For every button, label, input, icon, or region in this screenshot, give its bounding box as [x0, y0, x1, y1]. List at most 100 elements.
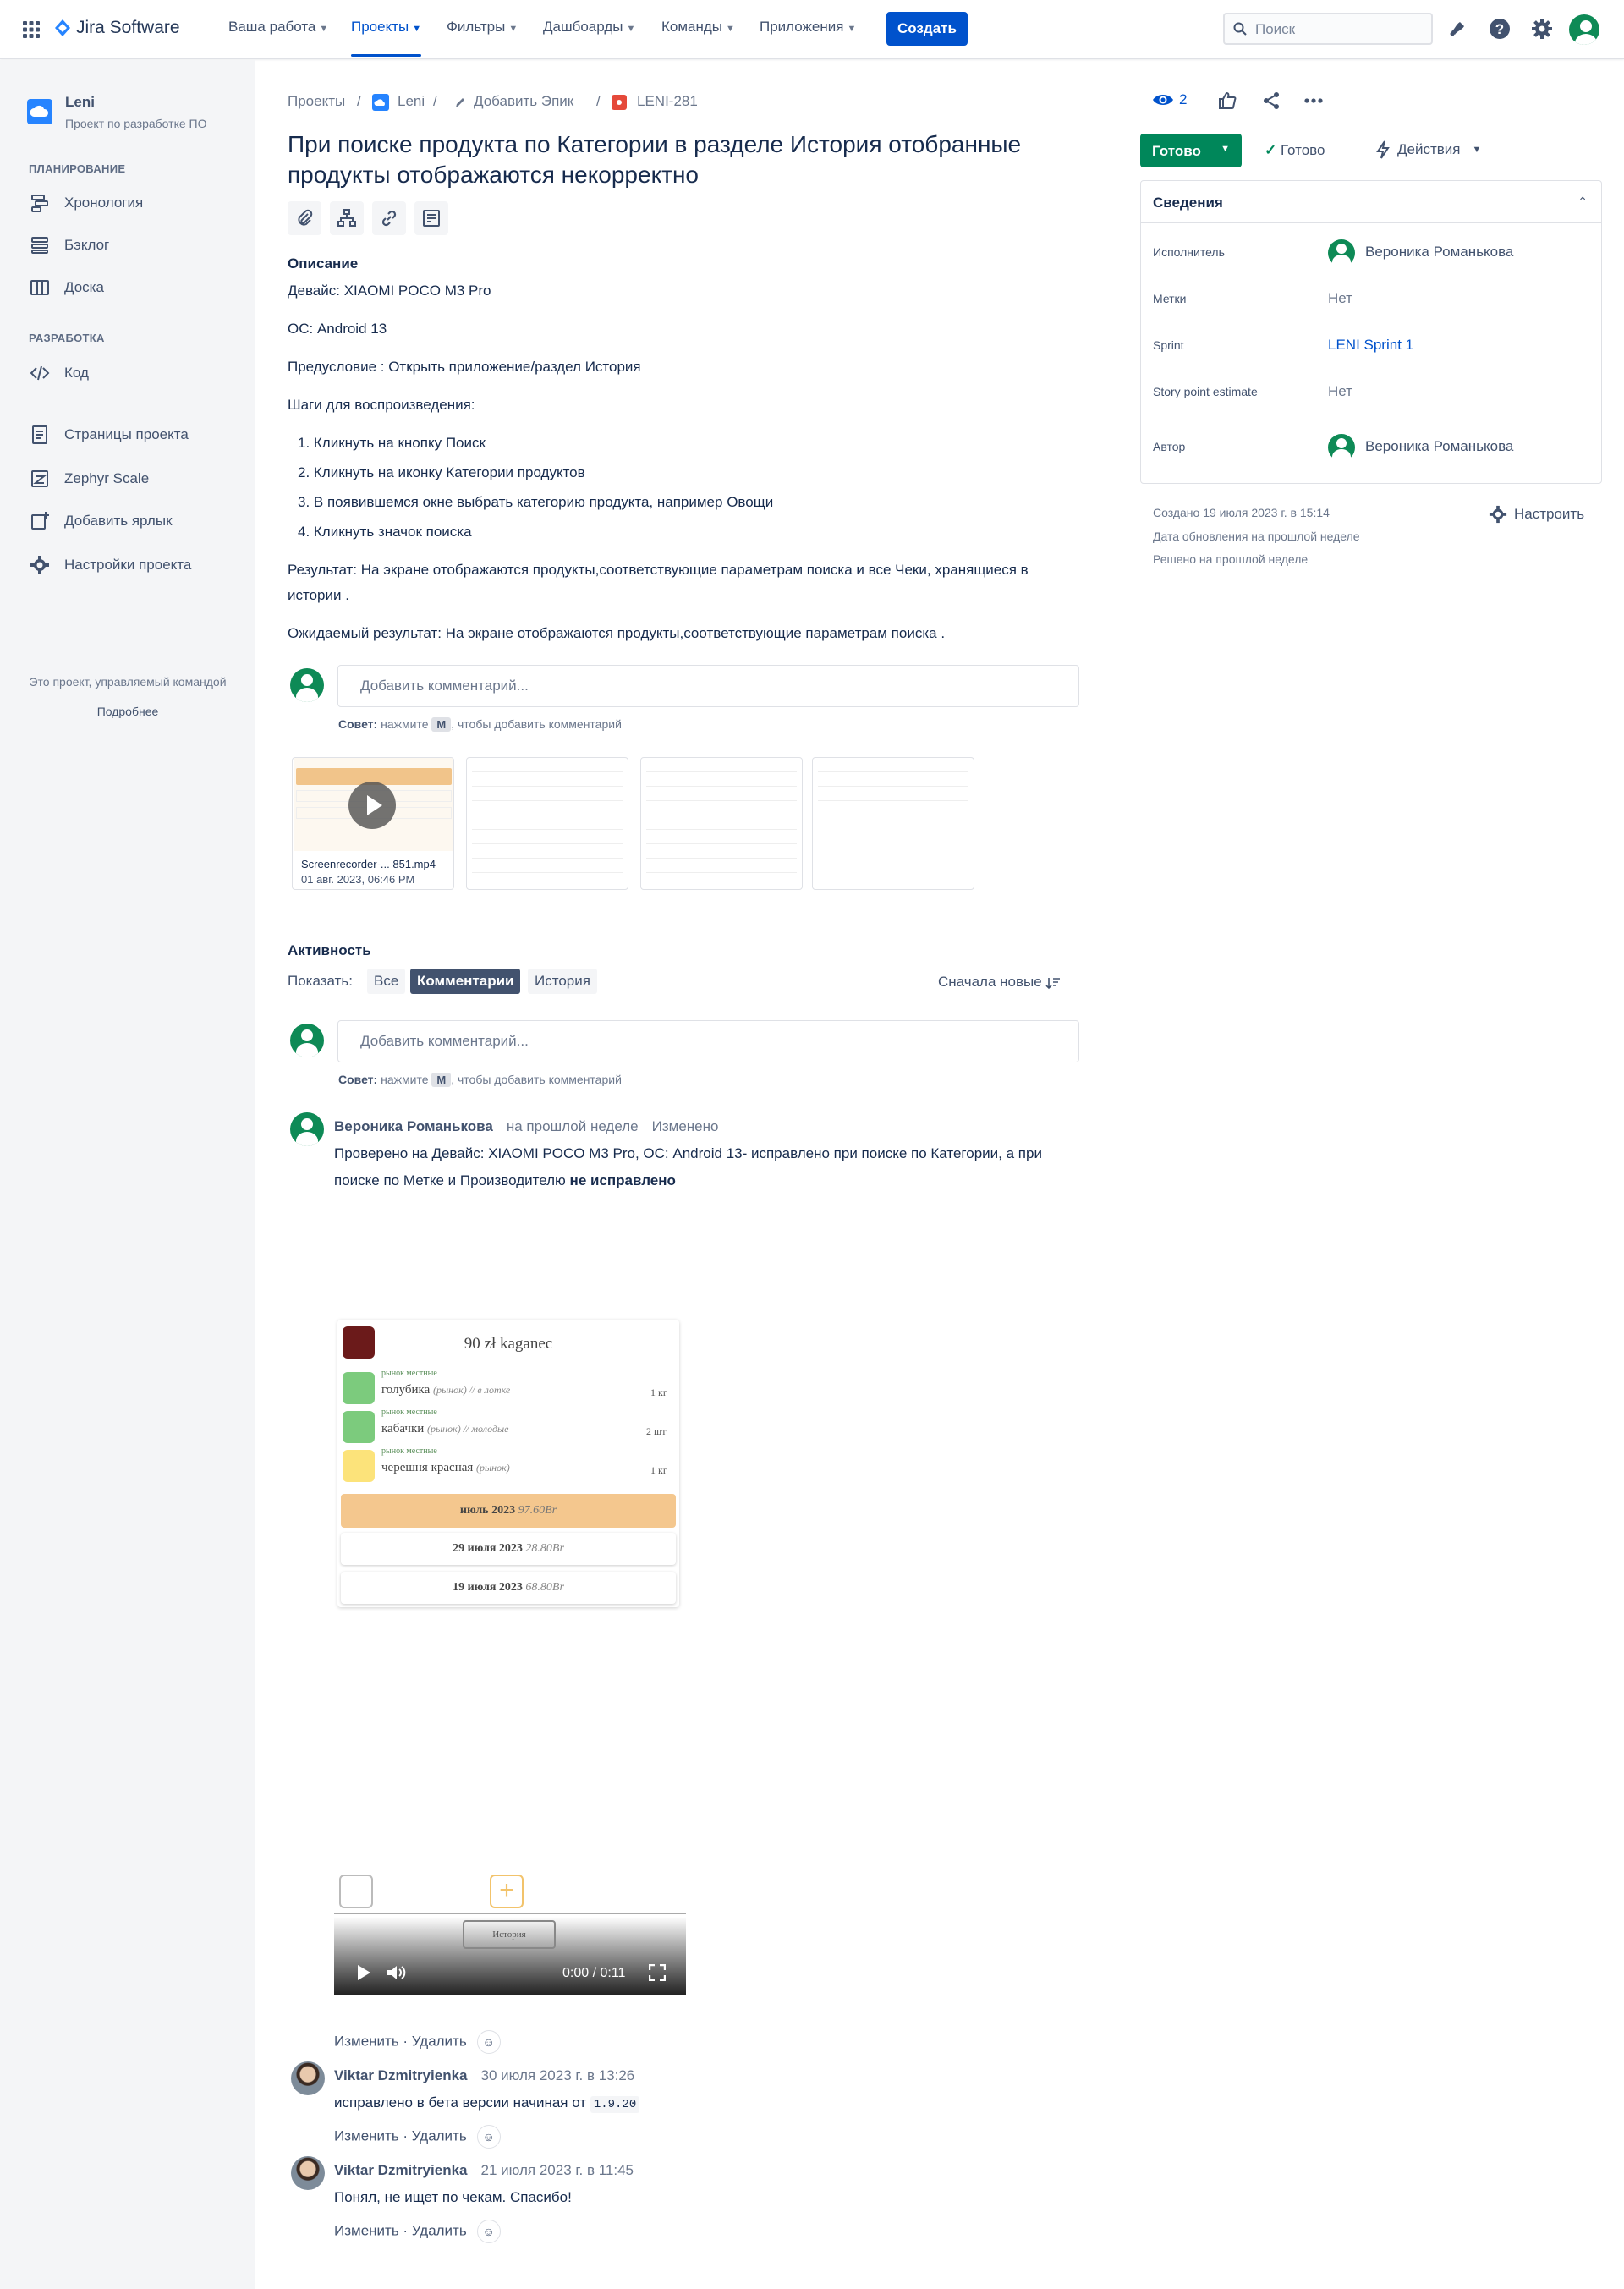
project-sidebar: Leni Проект по разработке ПО ПЛАНИРОВАНИ… [0, 60, 255, 2289]
sidebar-item-backlog[interactable]: Бэклог [29, 234, 109, 256]
month-summary: июль 2023 97.60Br [341, 1494, 676, 1528]
comment-input[interactable]: Добавить комментарий... [337, 1020, 1079, 1062]
nav-your-work[interactable]: Ваша работа ▼ [228, 19, 328, 36]
attachment-image[interactable] [640, 757, 803, 890]
status-dropdown[interactable]: Готово ▼ [1140, 134, 1242, 167]
sidebar-item-zephyr-scale[interactable]: Zephyr Scale [29, 468, 149, 490]
breadcrumb-add-epic[interactable]: Добавить Эпик [474, 93, 573, 110]
breadcrumb-issue-key[interactable]: LENI-281 [637, 93, 698, 110]
labels-value[interactable]: Нет [1328, 290, 1352, 307]
play-button[interactable] [356, 1964, 371, 1981]
more-options-icon[interactable] [1301, 88, 1326, 113]
comment-author-avatar[interactable] [291, 2061, 325, 2095]
comment-author-avatar[interactable] [290, 1112, 324, 1146]
reporter-avatar [1328, 434, 1355, 464]
project-name[interactable]: Leni [65, 94, 95, 111]
plus-icon: + [490, 1875, 524, 1908]
comment-body: исправлено в бета версии начиная от 1.9.… [334, 2094, 640, 2113]
tab-comments[interactable]: Комментарии [410, 969, 521, 994]
reporter-value[interactable]: Вероника Романькова [1365, 438, 1513, 455]
project-cloud-icon[interactable] [27, 99, 52, 124]
tab-all[interactable]: Все [367, 969, 406, 994]
link-issue-button[interactable] [372, 201, 406, 235]
description-precondition: Предусловие : Открыть приложение/раздел … [288, 359, 641, 375]
comment-time[interactable]: 30 июля 2023 г. в 13:26 [480, 2067, 634, 2083]
learn-more-link[interactable]: Подробнее [0, 705, 255, 718]
nav-filters[interactable]: Фильтры ▼ [447, 19, 518, 36]
breadcrumb-project[interactable]: Leni [398, 93, 425, 110]
product-qty: 1 кг [650, 1464, 667, 1476]
fullscreen-icon[interactable] [649, 1964, 666, 1981]
product-qty: 2 шт [646, 1425, 667, 1437]
assignee-value[interactable]: Вероника Романькова [1365, 244, 1513, 261]
tab-history[interactable]: История [528, 969, 597, 994]
backlog-icon [29, 234, 51, 256]
create-button[interactable]: Создать [886, 12, 968, 46]
settings-gear-icon[interactable] [1529, 16, 1555, 41]
delete-comment-button[interactable]: Удалить [412, 2127, 467, 2144]
edit-comment-button[interactable]: Изменить [334, 2222, 399, 2238]
nav-teams[interactable]: Команды ▼ [661, 19, 735, 36]
issue-title[interactable]: При поиске продукта по Категории в разде… [288, 129, 1021, 190]
sidebar-item-board[interactable]: Доска [29, 277, 104, 299]
add-reaction-icon[interactable]: ☺ [476, 2030, 501, 2054]
nav-apps[interactable]: Приложения ▼ [760, 19, 856, 36]
delete-comment-button[interactable]: Удалить [412, 2222, 467, 2238]
resolution-done: ✓ Готово [1265, 142, 1325, 158]
share-icon[interactable] [1259, 88, 1284, 113]
comment-author[interactable]: Viktar Dzmitryienka [334, 2067, 467, 2083]
vote-thumbs-up-icon[interactable] [1215, 88, 1240, 113]
volume-icon[interactable] [387, 1964, 407, 1981]
nav-dashboards[interactable]: Дашбоарды ▼ [543, 19, 635, 36]
attach-button[interactable] [288, 201, 321, 235]
add-reaction-icon[interactable]: ☺ [476, 2220, 501, 2243]
sidebar-item-project-settings[interactable]: Настройки проекта [29, 554, 191, 576]
comment-author[interactable]: Вероника Романькова [334, 1118, 493, 1134]
step-item: 2. Кликнуть на иконку Категории продукто… [298, 464, 585, 480]
nav-projects[interactable]: Проекты ▼ [351, 19, 422, 57]
attachment-image[interactable] [812, 757, 974, 890]
sprint-link[interactable]: LENI Sprint 1 [1328, 337, 1413, 354]
sidebar-item-add-shortcut[interactable]: Добавить ярлык [29, 510, 173, 532]
sidebar-item-timeline[interactable]: Хронология [29, 192, 143, 214]
actions-dropdown[interactable]: Действия ▼ [1375, 140, 1481, 159]
comment-time[interactable]: 21 июля 2023 г. в 11:45 [480, 2162, 634, 2178]
breadcrumb-projects[interactable]: Проекты [288, 93, 345, 110]
user-avatar[interactable] [1569, 14, 1599, 45]
edit-comment-button[interactable]: Изменить [334, 2127, 399, 2144]
add-page-button[interactable] [414, 201, 448, 235]
sidebar-item-code[interactable]: Код [29, 362, 89, 384]
comment-author-avatar[interactable] [291, 2156, 325, 2190]
app-switcher-icon[interactable] [19, 17, 44, 42]
chevron-up-icon[interactable]: ⌃ [1577, 195, 1588, 209]
eye-icon [1153, 95, 1173, 105]
watchers-button[interactable]: 2 [1152, 91, 1187, 108]
step-item: 3. В появившемся окне выбрать категорию … [298, 494, 774, 510]
attachment-video[interactable]: Screenrecorder-... 851.mp4 01 авг. 2023,… [292, 757, 454, 890]
child-issue-button[interactable] [330, 201, 364, 235]
assignee-avatar [1328, 239, 1355, 270]
notifications-icon[interactable] [1445, 16, 1470, 41]
configure-button[interactable]: Настроить [1489, 505, 1584, 524]
activity-show-label: Показать: [288, 973, 353, 989]
attachment-image[interactable] [466, 757, 628, 890]
pencil-icon [454, 96, 466, 109]
bug-issue-icon [612, 95, 627, 110]
product-tags: рынок местные [381, 1408, 437, 1417]
sidebar-item-project-pages[interactable]: Страницы проекта [29, 424, 189, 446]
comment-input[interactable]: Добавить комментарий... [337, 665, 1079, 707]
edit-comment-button[interactable]: Изменить [334, 2033, 399, 2049]
comment-time[interactable]: на прошлой неделе [507, 1118, 639, 1134]
add-reaction-icon[interactable]: ☺ [476, 2125, 501, 2149]
help-icon[interactable]: ? [1487, 16, 1512, 41]
video-player[interactable]: 90 zł kaganec рынок местные голубика (ры… [334, 1320, 686, 1996]
comment-author[interactable]: Viktar Dzmitryienka [334, 2162, 467, 2178]
description-steps-heading: Шаги для воспроизведения: [288, 397, 475, 413]
details-heading: Сведения [1153, 195, 1223, 211]
sort-newest-button[interactable]: Сначала новые [938, 974, 1061, 991]
story-points-value[interactable]: Нет [1328, 383, 1352, 400]
delete-comment-button[interactable]: Удалить [412, 2033, 467, 2049]
jira-logo[interactable]: Jira Software [54, 18, 180, 38]
search-input[interactable]: Поиск [1223, 13, 1433, 45]
step-item: 4. Кликнуть значок поиска [298, 524, 472, 540]
